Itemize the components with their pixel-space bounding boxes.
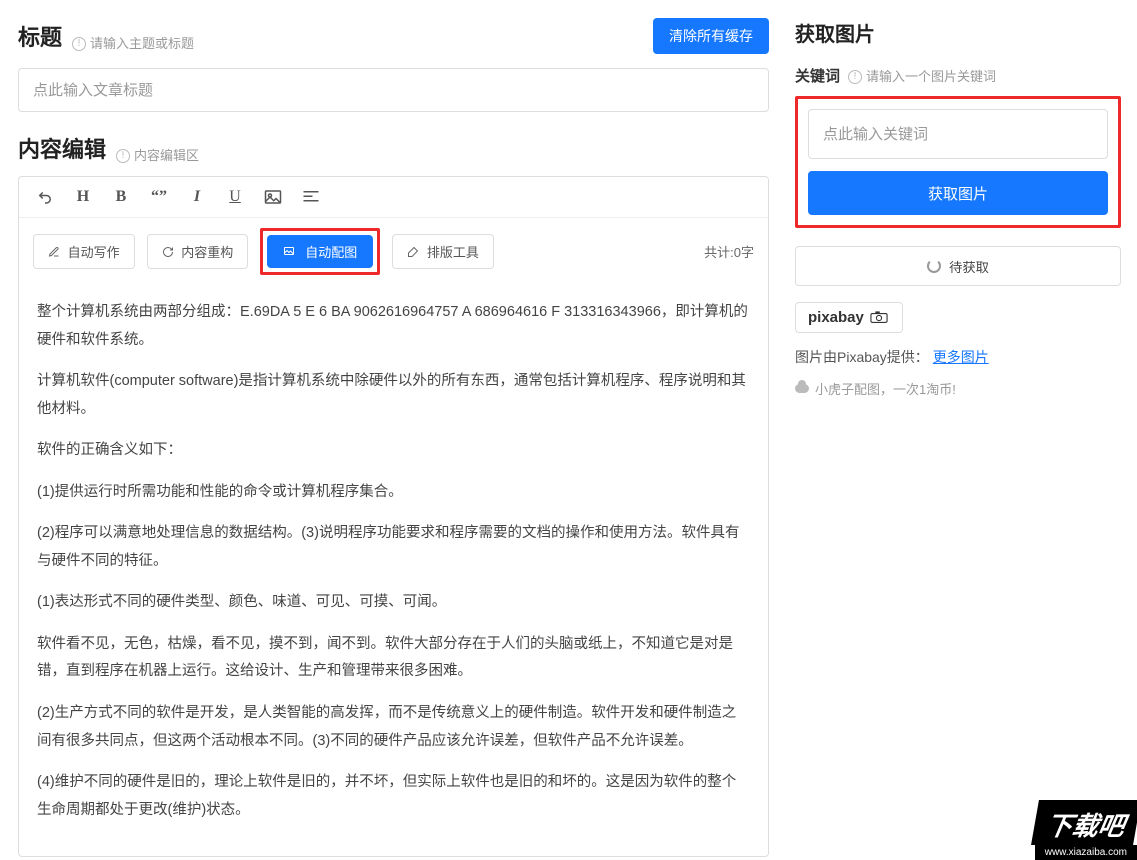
content-paragraph: 计算机软件(computer software)是指计算机系统中除硬件以外的所有… [37, 368, 750, 423]
watermark: 下载吧 www.xiazaiba.com [1035, 800, 1137, 860]
quote-icon[interactable]: “” [149, 187, 169, 207]
fetch-image-button[interactable]: 获取图片 [808, 171, 1108, 215]
side-heading: 获取图片 [795, 18, 1121, 47]
format-toolbar: H B “” I U [19, 177, 768, 218]
italic-icon[interactable]: I [187, 187, 207, 207]
underline-icon[interactable]: U [225, 187, 245, 207]
editor-content[interactable]: 整个计算机系统由两部分组成：E.69DA 5 E 6 BA 9062616964… [19, 285, 768, 856]
align-left-icon[interactable] [301, 187, 321, 207]
content-paragraph: (1)提供运行时所需功能和性能的命令或计算机程序集合。 [37, 479, 750, 507]
content-paragraph: (2)程序可以满意地处理信息的数据结构。(3)说明程序功能要求和程序需要的文档的… [37, 520, 750, 575]
keyword-hint: ! 请输入一个图片关键词 [848, 66, 996, 85]
editor-heading: 内容编辑 [18, 132, 106, 164]
restructure-button[interactable]: 内容重构 [147, 234, 249, 269]
content-paragraph: 软件的正确含义如下： [37, 437, 750, 465]
loading-icon [927, 259, 941, 273]
heading-icon[interactable]: H [73, 187, 93, 207]
content-paragraph: (4)维护不同的硬件是旧的，理论上软件是旧的，并不坏，但实际上软件也是旧的和坏的… [37, 769, 750, 824]
editor-hint: ! 内容编辑区 [116, 145, 199, 164]
undo-icon[interactable] [35, 187, 55, 207]
image-icon[interactable] [263, 187, 283, 207]
auto-image-button[interactable]: 自动配图 [267, 235, 373, 268]
info-icon: ! [116, 149, 130, 163]
content-paragraph: 软件看不见，无色，枯燥，看不见，摸不到，闻不到。软件大部分存在于人们的头脑或纸上… [37, 631, 750, 686]
auto-image-highlight: 自动配图 [260, 228, 380, 275]
editor-box: H B “” I U 自动写作 内容重构 [18, 176, 769, 857]
info-icon: ! [848, 70, 862, 84]
pixabay-badge: pixabay [795, 302, 903, 333]
info-icon: ! [72, 37, 86, 51]
title-hint: ! 请输入主题或标题 [72, 33, 194, 52]
content-paragraph: (2)生产方式不同的软件是开发，是人类智能的高发挥，而不是传统意义上的硬件制造。… [37, 700, 750, 755]
content-paragraph: (1)表达形式不同的硬件类型、颜色、味道、可见、可摸、可闻。 [37, 589, 750, 617]
word-count: 共计:0字 [704, 242, 754, 261]
action-toolbar: 自动写作 内容重构 自动配图 排版工具 共计:0字 [19, 218, 768, 285]
keyword-input[interactable] [808, 109, 1108, 159]
keyword-highlight-box: 获取图片 [795, 96, 1121, 228]
layout-tool-button[interactable]: 排版工具 [392, 234, 494, 269]
cloud-icon [795, 384, 809, 393]
title-heading: 标题 [18, 20, 62, 52]
content-paragraph: 整个计算机系统由两部分组成：E.69DA 5 E 6 BA 9062616964… [37, 299, 750, 354]
article-title-input[interactable] [18, 68, 769, 112]
provider-row: 图片由Pixabay提供： 更多图片 [795, 347, 1121, 367]
tip-row: 小虎子配图，一次1淘币! [795, 379, 1121, 398]
more-images-link[interactable]: 更多图片 [933, 349, 989, 365]
auto-write-button[interactable]: 自动写作 [33, 234, 135, 269]
keyword-label: 关键词 [795, 65, 840, 86]
clear-cache-button[interactable]: 清除所有缓存 [653, 18, 769, 54]
bold-icon[interactable]: B [111, 187, 131, 207]
pending-button[interactable]: 待获取 [795, 246, 1121, 286]
